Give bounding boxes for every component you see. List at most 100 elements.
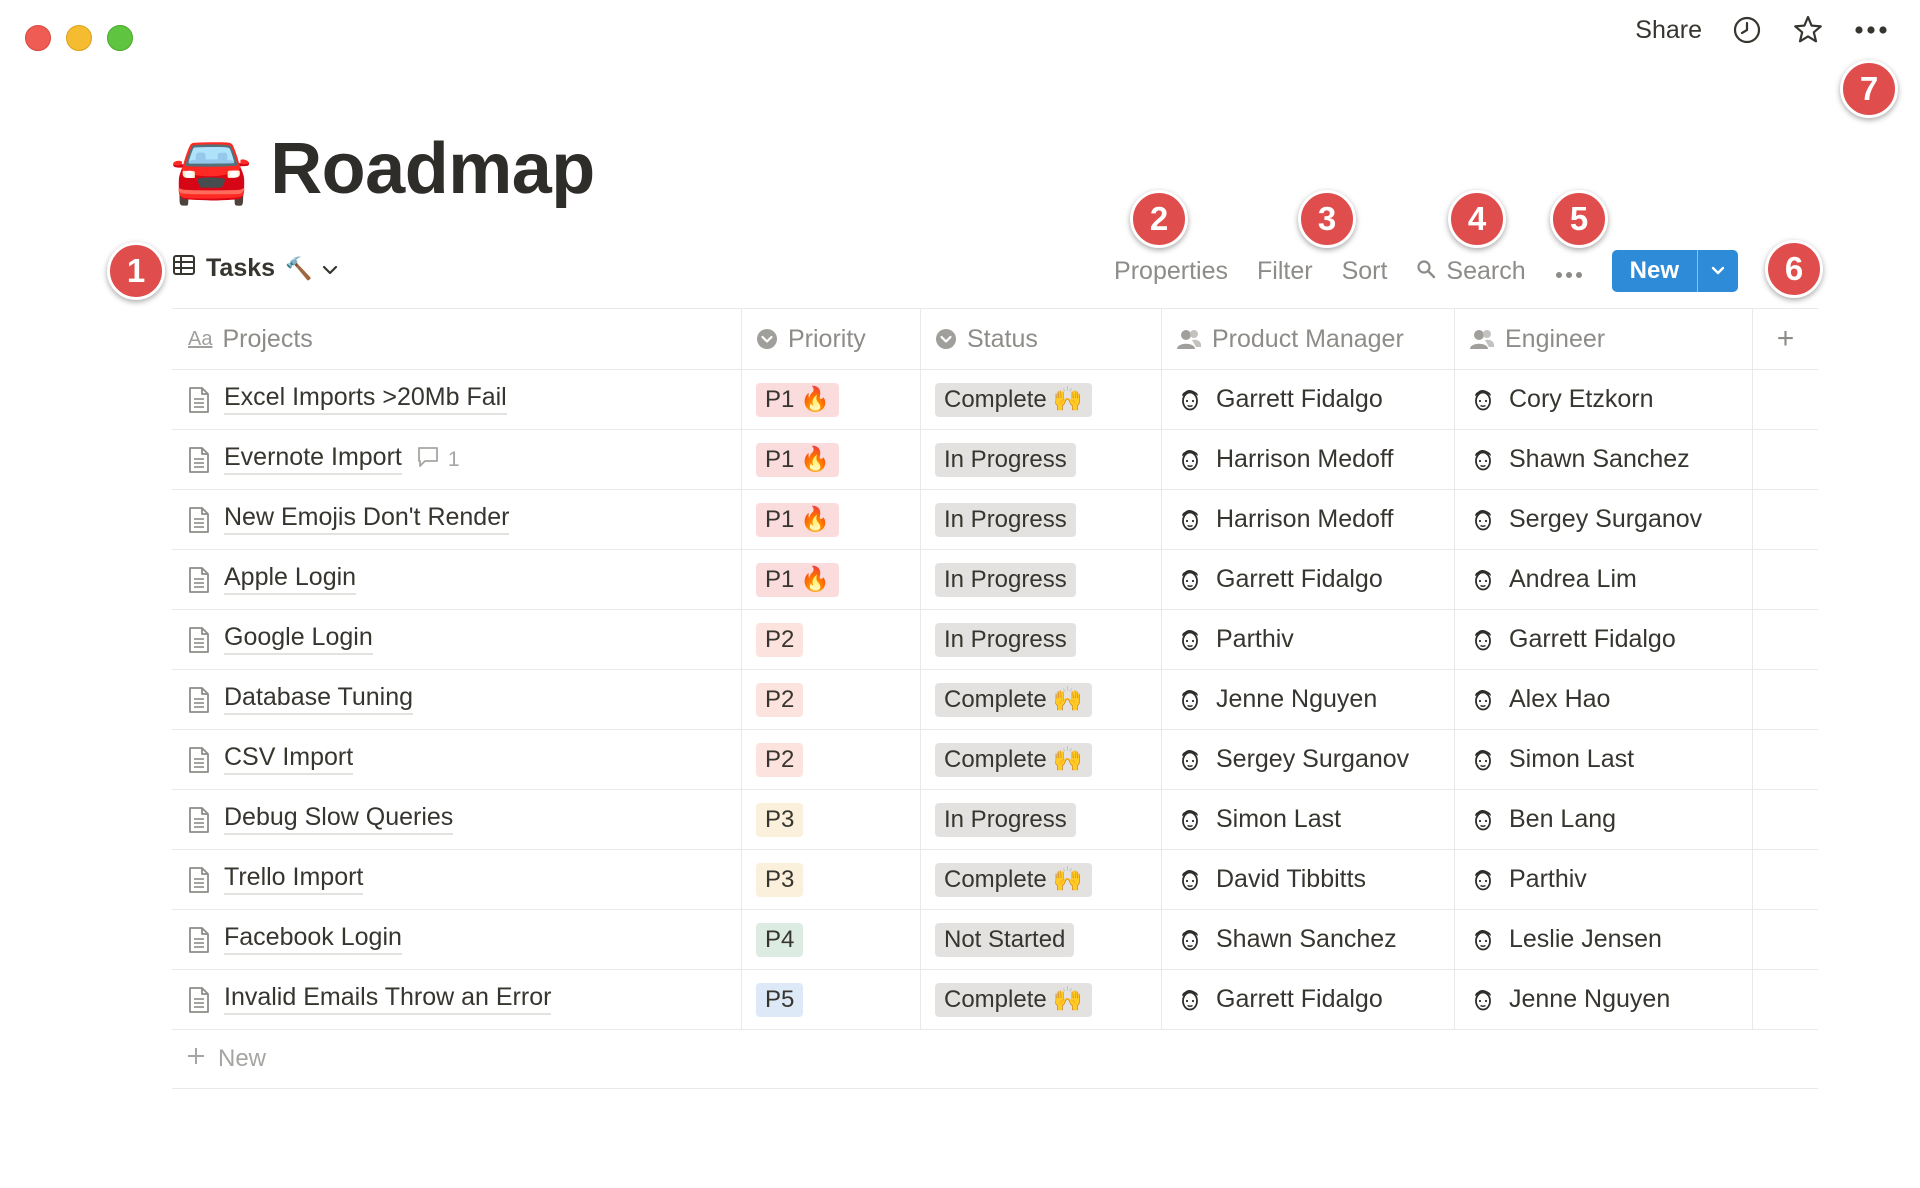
comment-count[interactable]: 1 — [416, 446, 460, 474]
project-name[interactable]: Invalid Emails Throw an Error — [224, 984, 552, 1015]
product-manager-cell[interactable]: Harrison Medoff — [1162, 430, 1455, 489]
priority-cell[interactable]: P4 — [742, 910, 921, 969]
project-cell[interactable]: Debug Slow Queries — [172, 790, 742, 849]
table-row[interactable]: Debug Slow Queries P3 In Progress Simon Las… — [172, 790, 1818, 850]
filter-button[interactable]: Filter — [1257, 257, 1313, 286]
star-icon[interactable] — [1792, 14, 1824, 46]
project-cell[interactable]: New Emojis Don't Render — [172, 490, 742, 549]
clock-icon[interactable] — [1732, 15, 1762, 45]
empty-cell[interactable] — [1753, 670, 1818, 729]
project-cell[interactable]: Trello Import — [172, 850, 742, 909]
product-manager-cell[interactable]: Sergey Surganov — [1162, 730, 1455, 789]
priority-cell[interactable]: P1 🔥 — [742, 490, 921, 549]
close-window-button[interactable] — [25, 25, 51, 51]
project-name[interactable]: New Emojis Don't Render — [224, 504, 510, 535]
table-row[interactable]: Facebook Login P4 Not Started Shawn Sanchez… — [172, 910, 1818, 970]
column-header-engineer[interactable]: Engineer — [1455, 309, 1753, 369]
table-row[interactable]: Excel Imports >20Mb Fail P1 🔥 Complete 🙌 Garr… — [172, 370, 1818, 430]
project-name[interactable]: CSV Import — [224, 744, 354, 775]
status-cell[interactable]: Complete 🙌 — [921, 970, 1162, 1029]
status-cell[interactable]: In Progress — [921, 490, 1162, 549]
product-manager-cell[interactable]: Garrett Fidalgo — [1162, 370, 1455, 429]
project-name[interactable]: Excel Imports >20Mb Fail — [224, 384, 507, 415]
empty-cell[interactable] — [1753, 550, 1818, 609]
engineer-cell[interactable]: Sergey Surganov — [1455, 490, 1753, 549]
product-manager-cell[interactable]: David Tibbitts — [1162, 850, 1455, 909]
sort-button[interactable]: Sort — [1342, 257, 1388, 286]
priority-cell[interactable]: P2 — [742, 730, 921, 789]
status-cell[interactable]: In Progress — [921, 550, 1162, 609]
status-cell[interactable]: In Progress — [921, 790, 1162, 849]
table-row[interactable]: Invalid Emails Throw an Error P5 Complete 🙌… — [172, 970, 1818, 1030]
engineer-cell[interactable]: Cory Etzkorn — [1455, 370, 1753, 429]
table-row[interactable]: Apple Login P1 🔥 In Progress Garrett Fidalgo… — [172, 550, 1818, 610]
empty-cell[interactable] — [1753, 370, 1818, 429]
project-cell[interactable]: Invalid Emails Throw an Error — [172, 970, 742, 1029]
project-name[interactable]: Google Login — [224, 624, 373, 655]
project-cell[interactable]: Database Tuning — [172, 670, 742, 729]
product-manager-cell[interactable]: Parthiv — [1162, 610, 1455, 669]
status-cell[interactable]: Complete 🙌 — [921, 370, 1162, 429]
status-cell[interactable]: Not Started — [921, 910, 1162, 969]
empty-cell[interactable] — [1753, 610, 1818, 669]
engineer-cell[interactable]: Leslie Jensen — [1455, 910, 1753, 969]
page-emoji[interactable]: 🚘 — [170, 136, 252, 202]
empty-cell[interactable] — [1753, 730, 1818, 789]
column-header-priority[interactable]: Priority — [742, 309, 921, 369]
column-header-status[interactable]: Status — [921, 309, 1162, 369]
view-selector[interactable]: Tasks 🔨 — [172, 253, 338, 284]
status-cell[interactable]: In Progress — [921, 610, 1162, 669]
engineer-cell[interactable]: Jenne Nguyen — [1455, 970, 1753, 1029]
minimize-window-button[interactable] — [66, 25, 92, 51]
table-row[interactable]: CSV Import P2 Complete 🙌 Sergey Surganov Simo… — [172, 730, 1818, 790]
empty-cell[interactable] — [1753, 850, 1818, 909]
product-manager-cell[interactable]: Jenne Nguyen — [1162, 670, 1455, 729]
engineer-cell[interactable]: Andrea Lim — [1455, 550, 1753, 609]
product-manager-cell[interactable]: Harrison Medoff — [1162, 490, 1455, 549]
project-cell[interactable]: CSV Import — [172, 730, 742, 789]
project-name[interactable]: Trello Import — [224, 864, 364, 895]
page-title[interactable]: Roadmap — [270, 128, 595, 210]
more-options-icon[interactable] — [1555, 257, 1583, 286]
priority-cell[interactable]: P1 🔥 — [742, 370, 921, 429]
project-name[interactable]: Apple Login — [224, 564, 357, 595]
search-button[interactable]: Search — [1416, 257, 1526, 286]
project-name[interactable]: Debug Slow Queries — [224, 804, 454, 835]
project-cell[interactable]: Excel Imports >20Mb Fail — [172, 370, 742, 429]
project-cell[interactable]: Evernote Import 1 — [172, 430, 742, 489]
status-cell[interactable]: Complete 🙌 — [921, 850, 1162, 909]
project-name[interactable]: Facebook Login — [224, 924, 402, 955]
priority-cell[interactable]: P5 — [742, 970, 921, 1029]
priority-cell[interactable]: P1 🔥 — [742, 550, 921, 609]
new-row-button[interactable]: New — [172, 1030, 1818, 1089]
project-cell[interactable]: Google Login — [172, 610, 742, 669]
project-cell[interactable]: Facebook Login — [172, 910, 742, 969]
engineer-cell[interactable]: Ben Lang — [1455, 790, 1753, 849]
priority-cell[interactable]: P2 — [742, 610, 921, 669]
empty-cell[interactable] — [1753, 910, 1818, 969]
engineer-cell[interactable]: Parthiv — [1455, 850, 1753, 909]
column-header-projects[interactable]: Aa Projects — [172, 309, 742, 369]
table-row[interactable]: Database Tuning P2 Complete 🙌 Jenne Nguyen Al… — [172, 670, 1818, 730]
new-dropdown-button[interactable] — [1697, 250, 1738, 292]
project-cell[interactable]: Apple Login — [172, 550, 742, 609]
empty-cell[interactable] — [1753, 970, 1818, 1029]
share-button[interactable]: Share — [1635, 16, 1702, 45]
priority-cell[interactable]: P1 🔥 — [742, 430, 921, 489]
table-row[interactable]: New Emojis Don't Render P1 🔥 In Progress Har… — [172, 490, 1818, 550]
product-manager-cell[interactable]: Shawn Sanchez — [1162, 910, 1455, 969]
properties-button[interactable]: Properties — [1114, 257, 1228, 286]
new-button[interactable]: New — [1612, 250, 1697, 292]
status-cell[interactable]: Complete 🙌 — [921, 670, 1162, 729]
status-cell[interactable]: Complete 🙌 — [921, 730, 1162, 789]
empty-cell[interactable] — [1753, 430, 1818, 489]
add-property-button[interactable]: + — [1753, 309, 1818, 369]
status-cell[interactable]: In Progress — [921, 430, 1162, 489]
engineer-cell[interactable]: Simon Last — [1455, 730, 1753, 789]
table-row[interactable]: Evernote Import 1 P1 🔥 In Progress Harrison M… — [172, 430, 1818, 490]
engineer-cell[interactable]: Garrett Fidalgo — [1455, 610, 1753, 669]
column-header-product-manager[interactable]: Product Manager — [1162, 309, 1455, 369]
product-manager-cell[interactable]: Garrett Fidalgo — [1162, 970, 1455, 1029]
project-name[interactable]: Evernote Import — [224, 444, 402, 475]
empty-cell[interactable] — [1753, 490, 1818, 549]
